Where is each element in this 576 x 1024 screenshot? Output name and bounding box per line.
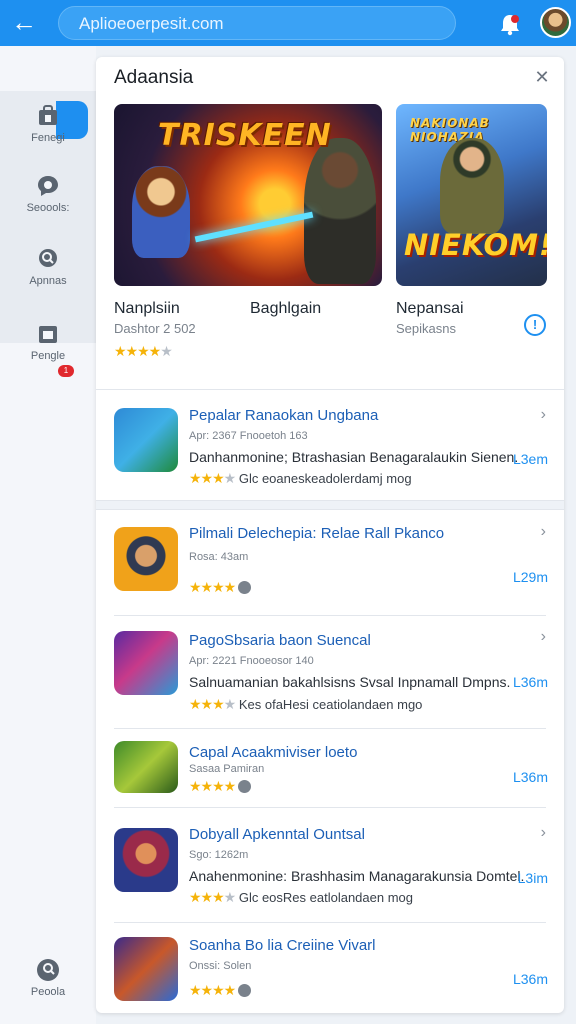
app-meta: Onssi: Solen [189, 960, 252, 972]
app-title: Soanha Bo lia Creiine Vivarl [189, 937, 376, 954]
store-icon [39, 105, 57, 125]
character-figure [440, 138, 504, 234]
app-thumbnail [114, 408, 178, 472]
address-search-field[interactable]: Aplioeoerpesit.com [58, 6, 456, 40]
list-item[interactable]: Pilmali Delechepia: Relae Rall Pkanco Ro… [96, 511, 564, 615]
app-thumbnail [114, 631, 178, 695]
app-meta: Sgo: 1262m [189, 849, 249, 861]
app-thumbnail [114, 828, 178, 892]
back-arrow-icon[interactable]: ← [10, 9, 38, 37]
featured-app-name[interactable]: Baghlgain [250, 300, 321, 318]
sidebar-item-label: Peoola [30, 986, 66, 998]
featured-app-name[interactable]: Nanplsiin [114, 300, 180, 318]
list-item[interactable]: Dobyall Apkenntal Ountsal Sgo: 1262m Ana… [96, 808, 564, 922]
sidebar-item-chat[interactable]: Seoools: [0, 174, 96, 214]
app-thumbnail [114, 741, 178, 793]
list-item[interactable]: Capal Acaakmiviser loeto Sasaa Pamiran ★… [96, 729, 564, 807]
sidebar-item-profile[interactable]: Peoola [0, 958, 96, 998]
app-title: Dobyall Apkenntal Ountsal [189, 826, 365, 843]
star-rating: ★★★★ [189, 579, 236, 595]
search-icon [39, 249, 57, 267]
app-rating-row: ★★★★ Kes ofaHesi ceatiolandaen mgo [189, 696, 422, 713]
app-description: Danhanmonine; Btrashasian Benagaralaukin… [189, 449, 519, 465]
top-app-bar: ← Aplioeoerpesit.com [0, 0, 576, 46]
app-rating-row: ★★★★ Glc eoaneskeadolerdamj mog [189, 470, 412, 487]
app-rating-row: ★★★★ [189, 982, 255, 999]
sidebar-nav: Fenegi Seoools: Apnnas Pengle 1 Peoola [0, 46, 96, 1024]
sidebar-item-label: Fenegi [31, 132, 65, 144]
app-title: PagoSbsaria baon Suencal [189, 632, 371, 649]
featured-game-banner[interactable]: TRISKEEN [114, 104, 382, 286]
content-panel: Adaansia ✕ TRISKEEN NAKIONAB NIOHAZIA NI… [96, 57, 564, 1013]
notification-badge: 1 [58, 365, 74, 377]
app-thumbnail [114, 527, 178, 591]
chevron-right-icon: › [540, 628, 546, 645]
star-rating: ★★★★ [189, 982, 236, 998]
star-rating: ★★★★ [189, 889, 236, 905]
list-item[interactable]: Pepalar Ranaokan Ungbana Apr: 2367 Fnooe… [96, 390, 564, 500]
character-figure [304, 138, 376, 284]
user-avatar[interactable] [540, 7, 571, 38]
chevron-right-icon: › [540, 824, 546, 841]
app-size: L36m [512, 971, 548, 987]
sidebar-item-store[interactable]: Fenegi [0, 104, 96, 144]
chevron-right-icon: › [540, 406, 546, 423]
info-icon[interactable]: ! [524, 314, 546, 336]
hero-art-title: NIEKOM! [404, 228, 547, 262]
profile-icon [37, 959, 59, 981]
app-meta: Rosa: 43am [189, 551, 249, 563]
chat-icon [38, 176, 58, 196]
platform-icon [238, 780, 252, 793]
panel-title: Adaansia [114, 67, 194, 88]
featured-app-sub: Dashtor 2 502 [114, 321, 196, 336]
app-meta: Apr: 2221 Fnooeosor 140 [189, 655, 314, 667]
chevron-right-icon: › [540, 523, 546, 540]
sidebar-item-updates[interactable]: Pengle [0, 322, 96, 362]
app-rating-text: Kes ofaHesi ceatiolandaen mgo [238, 697, 423, 712]
app-title: Capal Acaakmiviser loeto [189, 744, 358, 761]
sidebar-item-apps[interactable]: Apnnas [0, 247, 96, 287]
star-rating: ★★★★ [189, 696, 236, 712]
app-meta: Sasaa Pamiran [189, 763, 265, 775]
star-rating: ★★★★ [189, 778, 236, 794]
featured-app-sub: Sepikasns [396, 321, 456, 336]
hero-art-title: TRISKEEN [158, 118, 332, 153]
app-rating-row: ★★★★ Glc eosRes eatlolandaen mog [189, 889, 413, 906]
platform-icon [238, 581, 252, 594]
app-thumbnail [114, 937, 178, 1001]
app-size: L29m [512, 569, 548, 585]
laser-beam [194, 211, 314, 243]
app-rating-row: ★★★★ [189, 778, 255, 795]
sidebar-item-label: Pengle [30, 350, 66, 362]
box-icon [39, 326, 57, 343]
app-meta: Apr: 2367 Fnooetoh 163 [189, 430, 308, 442]
app-size: L3im [517, 870, 548, 886]
app-size: L3em [512, 451, 548, 467]
app-rating-text: Glc eoaneskeadolerdamj mog [238, 471, 412, 486]
notification-bell-icon[interactable] [497, 11, 523, 37]
app-size: L36m [512, 769, 548, 785]
app-size: L36m [512, 674, 548, 690]
star-rating: ★★★★ [189, 470, 236, 486]
character-figure [132, 166, 190, 258]
close-icon[interactable]: ✕ [532, 67, 552, 87]
list-item[interactable]: PagoSbsaria baon Suencal Apr: 2221 Fnooe… [96, 616, 564, 728]
app-rating-text: Glc eosRes eatlolandaen mog [238, 890, 414, 905]
sidebar-item-label: Apnnas [29, 275, 67, 287]
featured-app-name[interactable]: Nepansai [396, 300, 464, 318]
star-rating: ★★★★★ [114, 343, 173, 359]
platform-icon [238, 984, 252, 997]
app-description: Anahenmonine: Brashhasim Managarakunsia … [189, 868, 525, 884]
sidebar-item-label: Seoools: [26, 202, 70, 214]
app-description: Salnuamanian bakahlsisns Svsal Inpnamall… [189, 674, 511, 690]
app-title: Pepalar Ranaokan Ungbana [189, 407, 379, 424]
featured-game-banner[interactable]: NAKIONAB NIOHAZIA NIEKOM! [396, 104, 547, 286]
app-title: Pilmali Delechepia: Relae Rall Pkanco [189, 525, 445, 542]
list-item[interactable]: Soanha Bo lia Creiine Vivarl Onssi: Sole… [96, 923, 564, 1013]
section-separator [96, 500, 564, 510]
app-rating-row: ★★★★ [189, 579, 255, 596]
